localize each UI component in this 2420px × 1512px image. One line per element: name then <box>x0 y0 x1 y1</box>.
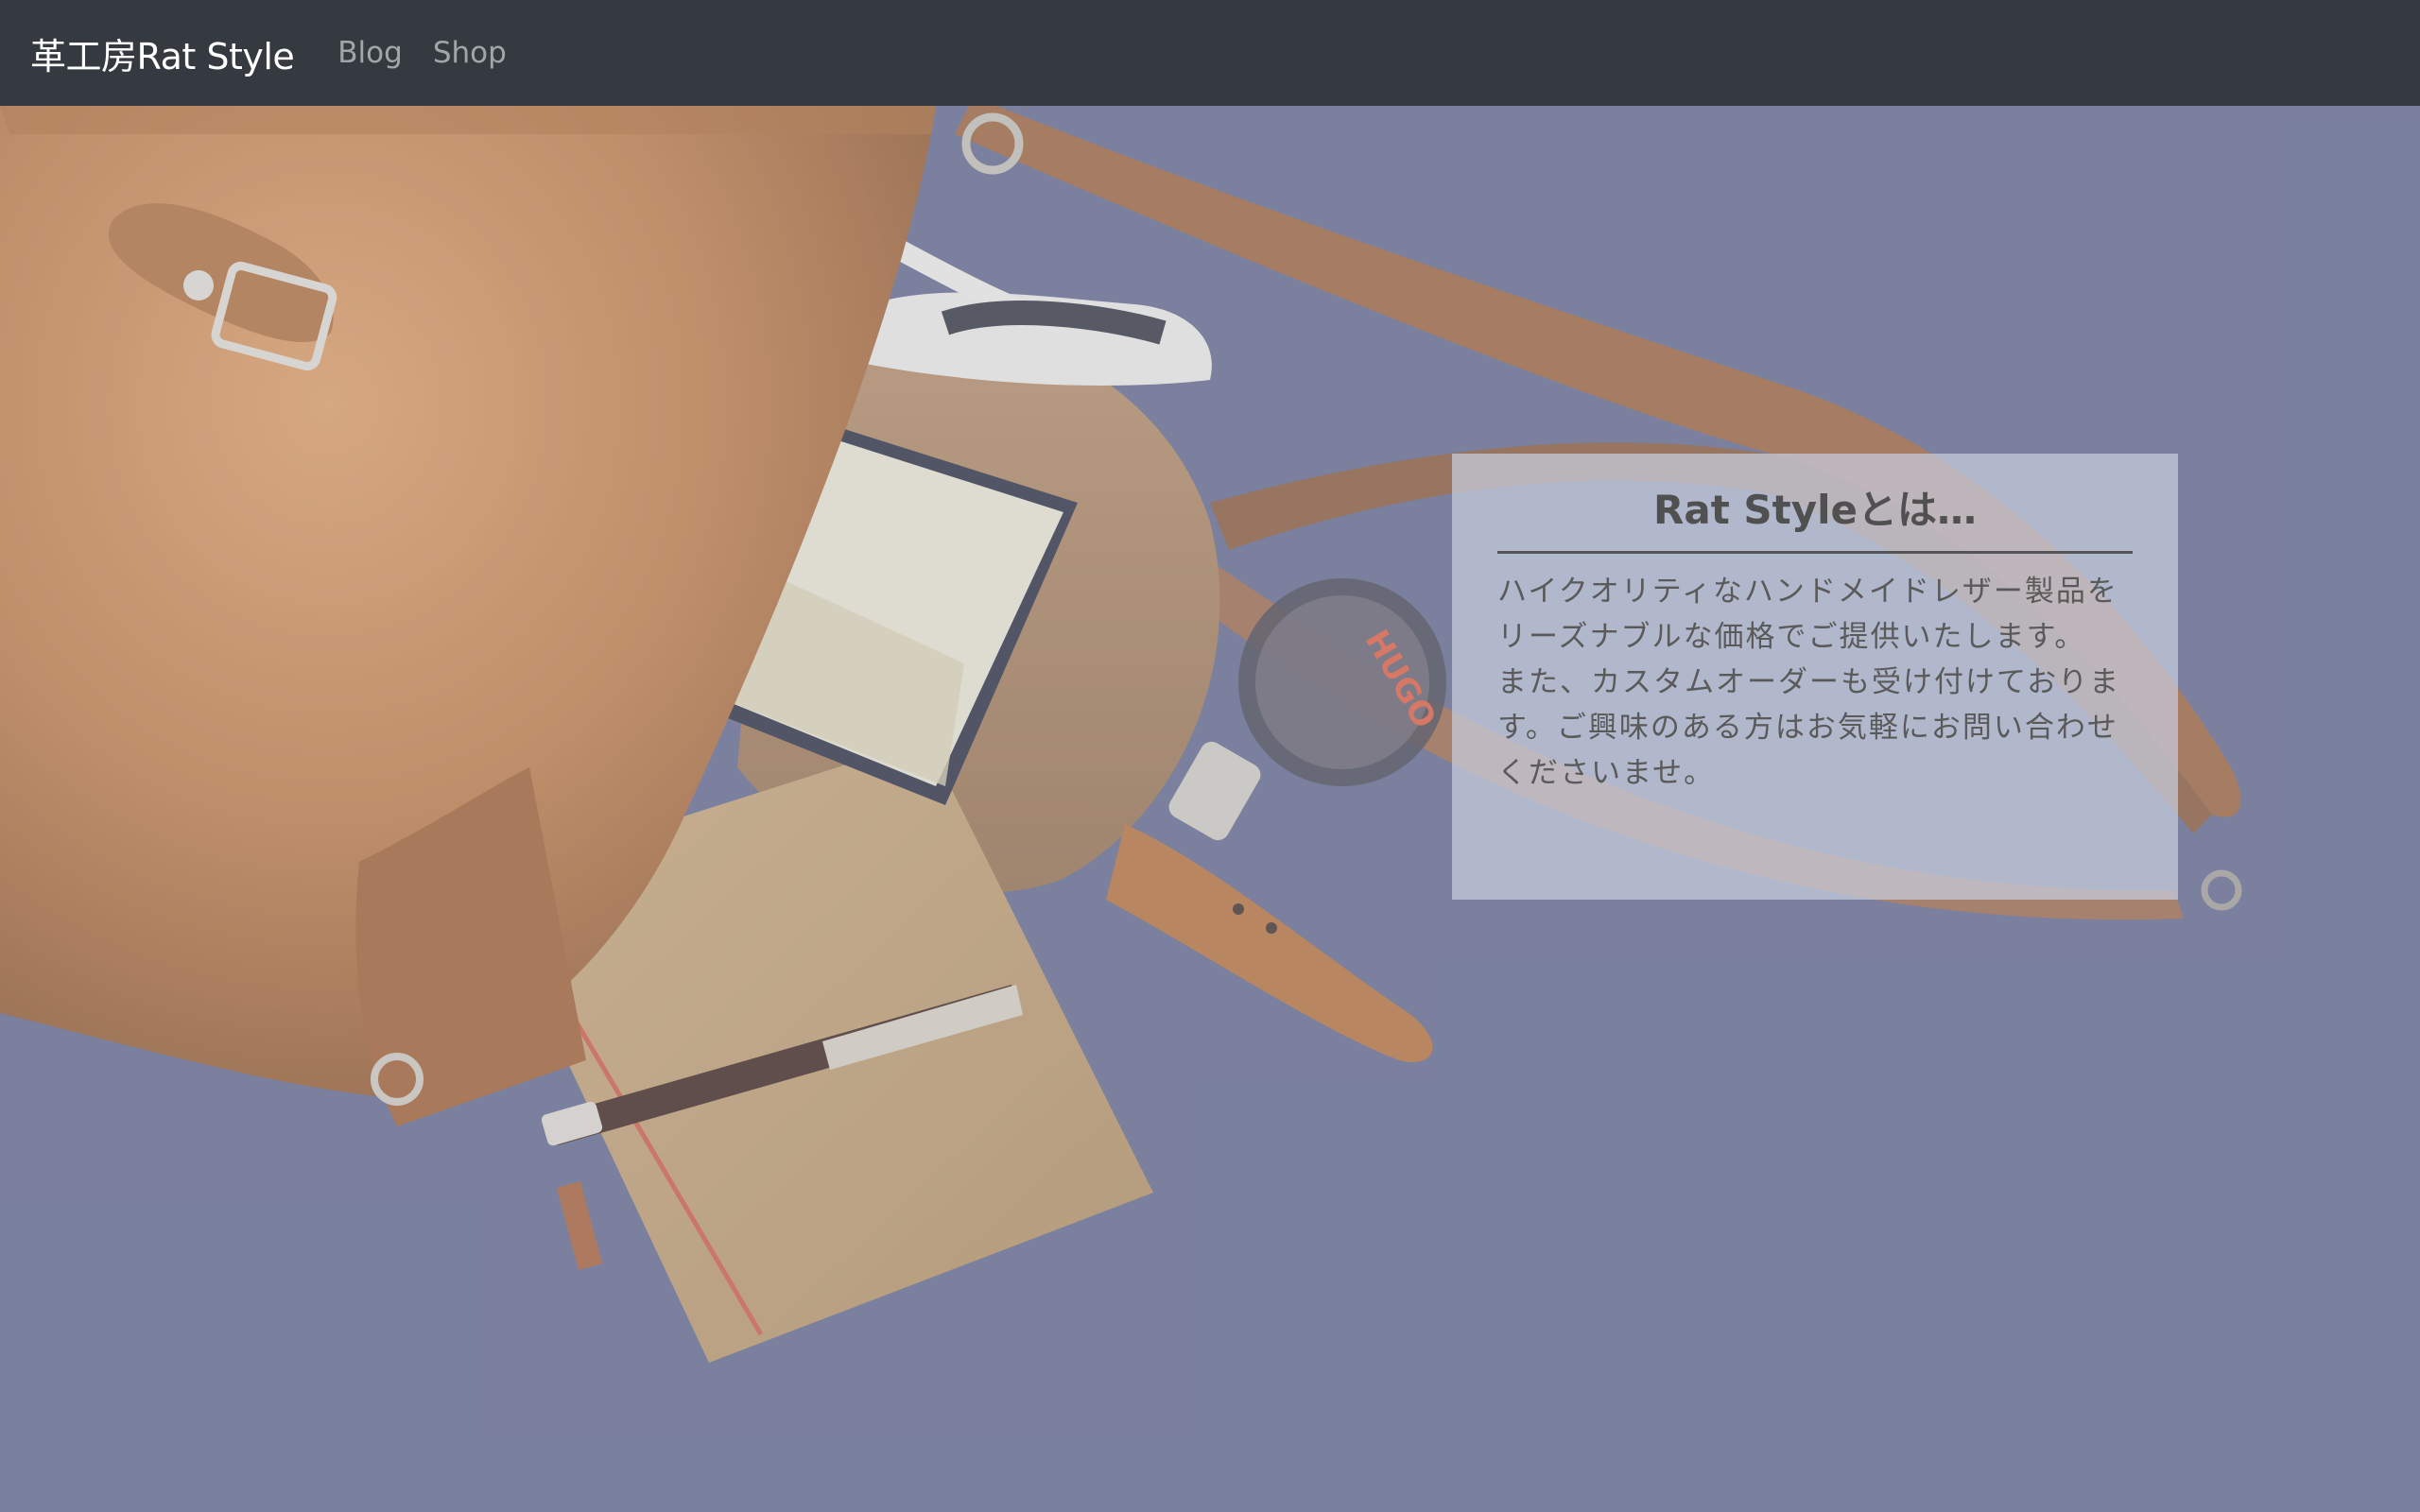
nav-link-shop[interactable]: Shop <box>433 36 507 70</box>
about-card-title: Rat Styleとは… <box>1497 478 2133 554</box>
about-paragraph-1: ハイクオリティなハンドメイドレザー製品をリーズナブルな価格でご提供いたします。 <box>1497 575 2118 654</box>
about-paragraph-2: また、カスタムオーダーも受け付けております。ご興味のある方はお気軽にお問い合わせ… <box>1497 665 2121 790</box>
page: 革工房Rat Style Blog Shop HUGO Rat Styleとは…… <box>0 0 2420 1512</box>
nav-link-blog[interactable]: Blog <box>337 36 403 70</box>
about-card: Rat Styleとは… ハイクオリティなハンドメイドレザー製品をリーズナブルな… <box>1452 454 2178 900</box>
about-card-body: ハイクオリティなハンドメイドレザー製品をリーズナブルな価格でご提供いたします。 … <box>1497 569 2133 796</box>
navbar: 革工房Rat Style Blog Shop <box>0 0 2420 106</box>
brand-link[interactable]: 革工房Rat Style <box>30 27 295 79</box>
